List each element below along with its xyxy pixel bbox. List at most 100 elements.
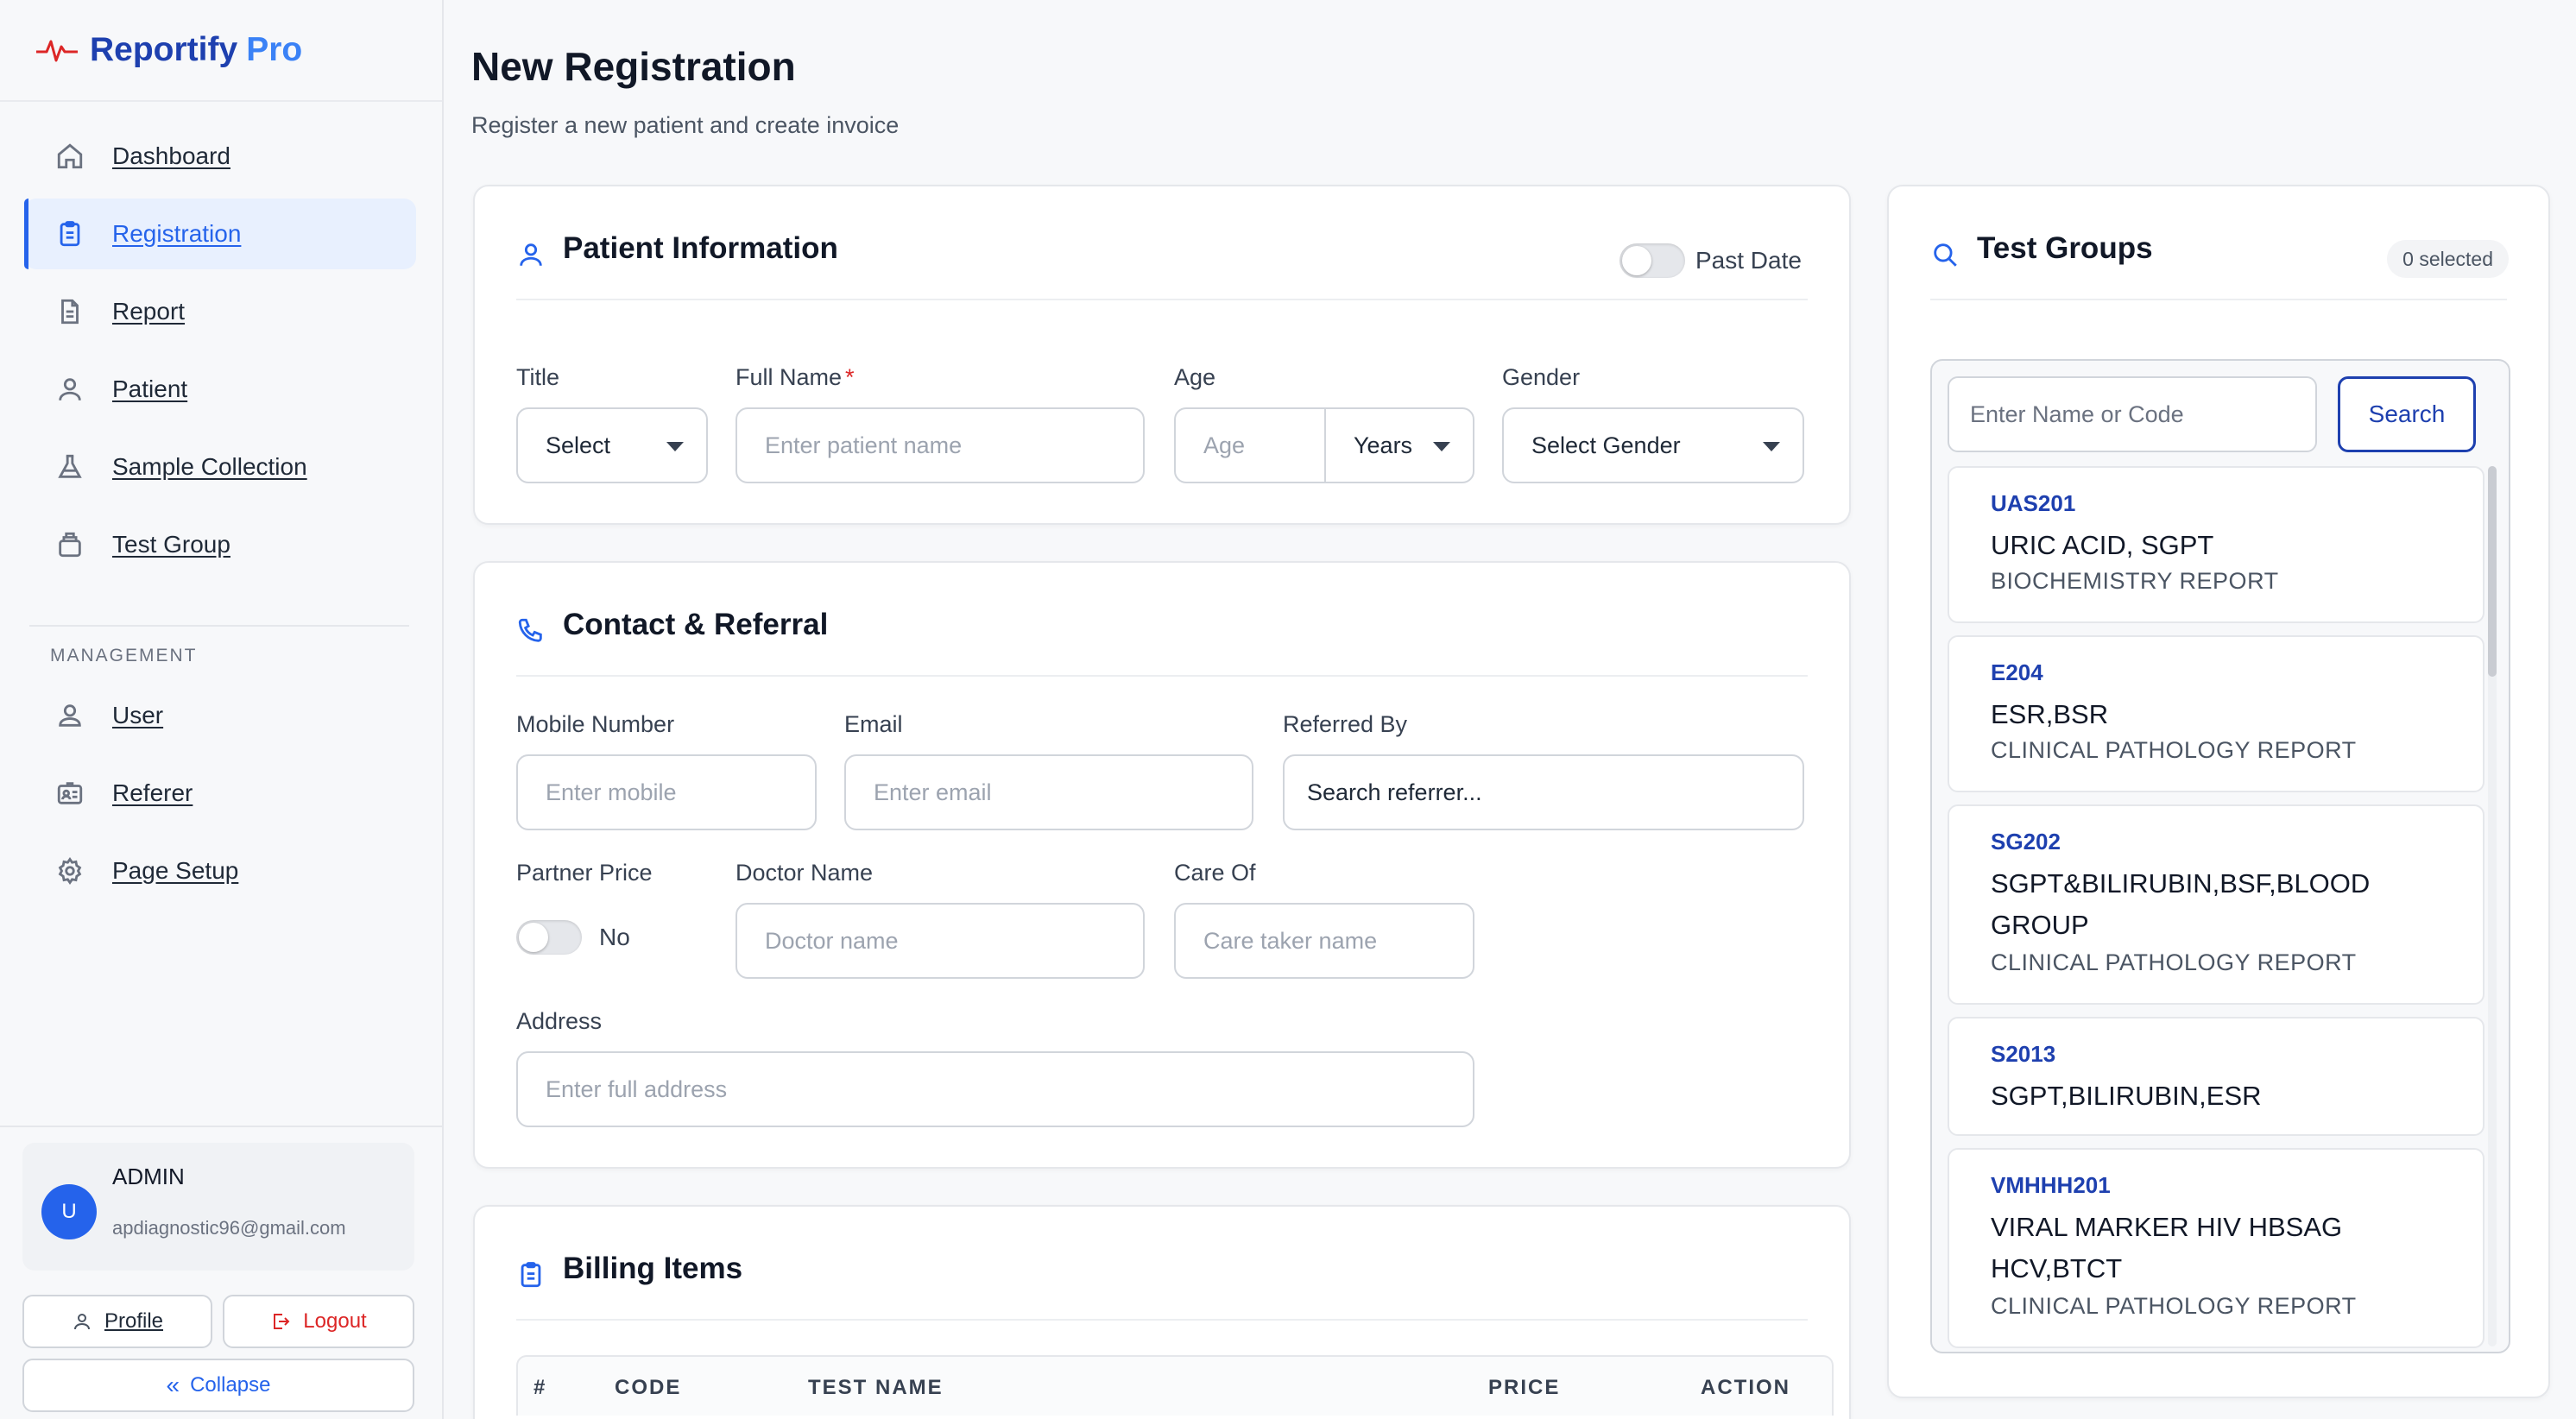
profile-button[interactable]: Profile bbox=[22, 1295, 212, 1348]
sidebar-item-page-setup[interactable]: Page Setup bbox=[24, 836, 416, 906]
test-group-code: SG202 bbox=[1991, 829, 2061, 855]
sidebar-item-dashboard[interactable]: Dashboard bbox=[24, 121, 416, 192]
card-header: Contact & Referral bbox=[516, 608, 1808, 677]
past-date-toggle[interactable] bbox=[1619, 243, 1685, 278]
contact-referral-card: Contact & Referral Mobile Number Enter m… bbox=[473, 561, 1851, 1169]
address-input[interactable]: Enter full address bbox=[516, 1051, 1474, 1127]
double-chevron-left-icon: « bbox=[166, 1372, 180, 1398]
flask-icon bbox=[58, 454, 82, 478]
gender-label: Gender bbox=[1502, 364, 1581, 390]
clipboard-icon bbox=[60, 221, 80, 247]
sidebar-divider bbox=[29, 625, 409, 627]
sidebar-item-label: Report bbox=[112, 298, 186, 325]
logout-button[interactable]: Logout bbox=[223, 1295, 414, 1348]
search-placeholder: Enter Name or Code bbox=[1970, 400, 2184, 427]
layers-icon bbox=[59, 532, 81, 558]
partner-price-toggle[interactable] bbox=[516, 920, 582, 955]
fullname-label: Full Name * bbox=[736, 364, 855, 391]
care-of-label: Care Of bbox=[1174, 860, 1256, 886]
age-unit-select[interactable]: Years bbox=[1324, 407, 1474, 483]
test-group-name: SGPT,BILIRUBIN,ESR bbox=[1991, 1081, 2262, 1111]
sidebar-item-label: Registration bbox=[112, 220, 242, 247]
avatar: U bbox=[41, 1184, 97, 1239]
home-icon bbox=[57, 143, 83, 169]
email-input[interactable]: Enter email bbox=[844, 754, 1253, 830]
age-input[interactable]: Age bbox=[1174, 407, 1326, 483]
page-title: New Registration bbox=[471, 44, 796, 89]
test-group-name: SGPT&BILIRUBIN,BSF,BLOOD GROUP bbox=[1991, 868, 2371, 940]
doctor-name-input[interactable]: Doctor name bbox=[736, 903, 1145, 979]
age-label: Age bbox=[1174, 364, 1216, 390]
column-header: # bbox=[534, 1376, 547, 1399]
list-item[interactable]: VMHHH201 VIRAL MARKER HIV HBSAG HCV,BTCT… bbox=[1948, 1148, 2484, 1348]
card-title: Patient Information bbox=[563, 231, 838, 265]
test-group-code: E204 bbox=[1991, 659, 2043, 685]
sidebar-item-user[interactable]: User bbox=[24, 680, 416, 751]
past-date-label: Past Date bbox=[1695, 247, 1802, 274]
logout-label: Logout bbox=[303, 1309, 367, 1333]
sidebar-item-label: Sample Collection bbox=[112, 453, 307, 480]
doctor-name-label: Doctor Name bbox=[736, 860, 874, 886]
billing-table-header: # CODE TEST NAME PRICE ACTION bbox=[516, 1355, 1834, 1416]
sidebar-item-test-group[interactable]: Test Group bbox=[24, 509, 416, 580]
sidebar-item-sample-collection[interactable]: Sample Collection bbox=[24, 432, 416, 502]
caret-down-icon bbox=[1433, 442, 1450, 451]
test-group-name: VIRAL MARKER HIV HBSAG HCV,BTCT bbox=[1991, 1212, 2343, 1283]
list-item[interactable]: E204 ESR,BSR CLINICAL PATHOLOGY REPORT bbox=[1948, 635, 2484, 792]
pulse-icon bbox=[36, 40, 78, 62]
fullname-input[interactable]: Enter patient name bbox=[736, 407, 1145, 483]
column-header: TEST NAME bbox=[808, 1376, 944, 1399]
user-icon bbox=[520, 243, 542, 266]
test-group-scrollbar[interactable] bbox=[2488, 466, 2497, 1346]
collapse-button[interactable]: « Collapse bbox=[22, 1359, 414, 1412]
required-marker: * bbox=[845, 364, 855, 390]
test-group-category: BIOCHEMISTRY REPORT bbox=[1991, 568, 2279, 594]
users-icon bbox=[59, 704, 81, 727]
search-button[interactable]: Search bbox=[2338, 376, 2476, 452]
title-select-value: Select bbox=[546, 432, 611, 458]
search-icon bbox=[1934, 243, 1957, 267]
test-group-category: CLINICAL PATHOLOGY REPORT bbox=[1991, 949, 2357, 975]
sidebar-item-patient[interactable]: Patient bbox=[24, 354, 416, 425]
test-group-panel: Enter Name or Code Search UAS201 URIC AC… bbox=[1930, 359, 2510, 1353]
test-group-category: CLINICAL PATHOLOGY REPORT bbox=[1991, 1293, 2357, 1319]
sidebar-item-label: Dashboard bbox=[112, 142, 230, 169]
sidebar-item-label: Test Group bbox=[112, 531, 230, 558]
column-header: ACTION bbox=[1701, 1376, 1790, 1399]
id-card-icon bbox=[57, 782, 83, 804]
age-placeholder: Age bbox=[1203, 432, 1246, 458]
list-item[interactable]: SG202 SGPT&BILIRUBIN,BSF,BLOOD GROUP CLI… bbox=[1948, 804, 2484, 1005]
sidebar-item-referer[interactable]: Referer bbox=[24, 758, 416, 829]
card-title: Billing Items bbox=[563, 1252, 743, 1285]
profile-label: Profile bbox=[104, 1309, 164, 1333]
sidebar-item-label: Referer bbox=[112, 779, 193, 806]
brand-name: Reportify bbox=[90, 31, 238, 68]
user-icon bbox=[73, 1314, 90, 1330]
sidebar-item-registration[interactable]: Registration bbox=[24, 199, 416, 269]
test-group-code: S2013 bbox=[1991, 1041, 2056, 1067]
sidebar-item-report[interactable]: Report bbox=[24, 276, 416, 347]
email-placeholder: Enter email bbox=[874, 779, 992, 805]
referred-by-input[interactable]: Search referrer... bbox=[1283, 754, 1804, 830]
gender-select[interactable]: Select Gender bbox=[1502, 407, 1804, 483]
age-unit-value: Years bbox=[1354, 432, 1413, 458]
test-group-category: CLINICAL PATHOLOGY REPORT bbox=[1991, 737, 2357, 763]
care-of-input[interactable]: Care taker name bbox=[1174, 903, 1474, 979]
user-card: U ADMIN apdiagnostic96@gmail.com bbox=[22, 1143, 414, 1271]
fullname-placeholder: Enter patient name bbox=[765, 432, 963, 458]
doctor-name-placeholder: Doctor name bbox=[765, 927, 899, 954]
sidebar-footer: U ADMIN apdiagnostic96@gmail.com Profile… bbox=[0, 1126, 442, 1419]
list-item[interactable]: S2013 SGPT,BILIRUBIN,ESR bbox=[1948, 1017, 2484, 1136]
brand-logo[interactable]: Reportify Pro bbox=[0, 0, 442, 102]
mobile-input[interactable]: Enter mobile bbox=[516, 754, 817, 830]
scrollbar-thumb[interactable] bbox=[2488, 466, 2497, 677]
test-group-search-input[interactable]: Enter Name or Code bbox=[1948, 376, 2317, 452]
partner-price-value: No bbox=[599, 924, 630, 950]
caret-down-icon bbox=[666, 442, 684, 451]
collapse-label: Collapse bbox=[190, 1373, 271, 1397]
column-header: CODE bbox=[615, 1376, 682, 1399]
list-item[interactable]: UAS201 URIC ACID, SGPT BIOCHEMISTRY REPO… bbox=[1948, 466, 2484, 623]
title-select[interactable]: Select bbox=[516, 407, 708, 483]
test-group-code: VMHHH201 bbox=[1991, 1172, 2111, 1198]
user-name: ADMIN bbox=[112, 1164, 185, 1189]
